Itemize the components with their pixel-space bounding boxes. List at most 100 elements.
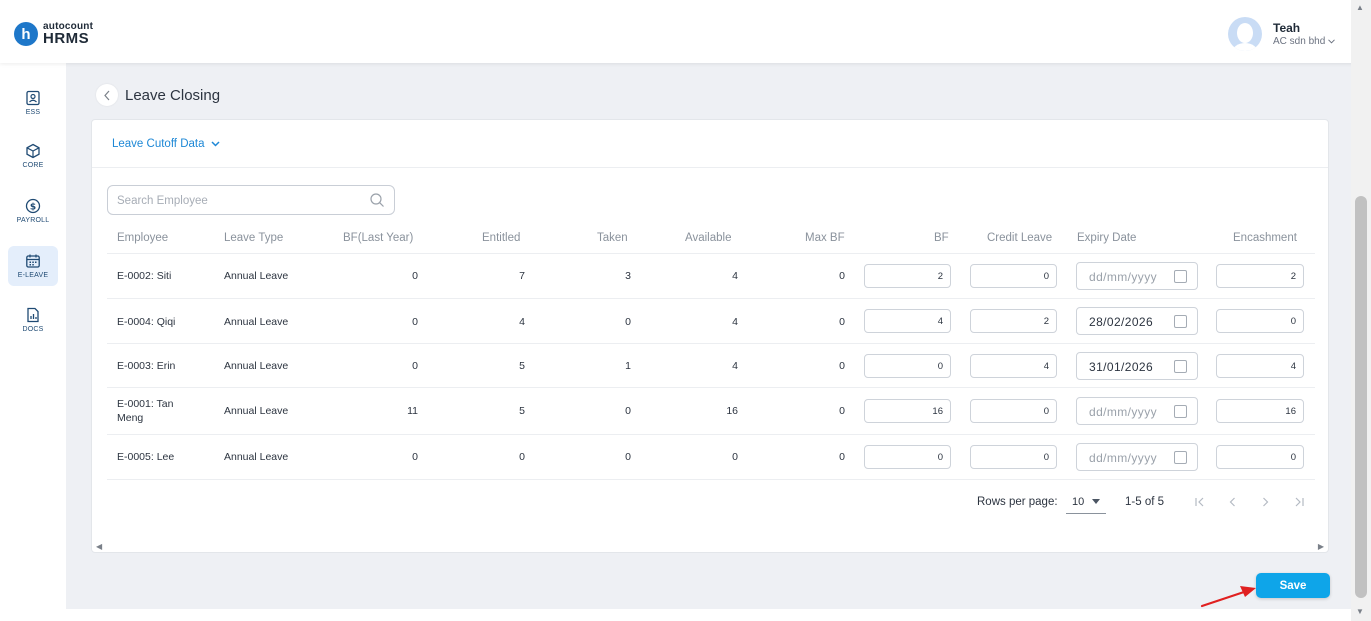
sidebar-item-ess[interactable]: ESS (8, 83, 58, 123)
row-divider (107, 434, 1315, 435)
save-button[interactable]: Save (1256, 573, 1330, 598)
vertical-scrollbar[interactable]: ▲ ▼ (1351, 0, 1371, 621)
first-page-button[interactable] (1190, 492, 1210, 512)
column-header-encashment[interactable]: Encashment (1233, 232, 1297, 244)
cell-leave-type: Annual Leave (224, 360, 289, 372)
row-divider (107, 479, 1315, 480)
column-header-employee[interactable]: Employee (117, 232, 168, 244)
expiry-date-input[interactable]: dd/mm/yyyy (1076, 262, 1198, 290)
encashment-input[interactable]: 16 (1216, 399, 1304, 423)
previous-page-button[interactable] (1222, 492, 1242, 512)
last-page-button[interactable] (1288, 492, 1308, 512)
expiry-date-placeholder: dd/mm/yyyy (1089, 451, 1158, 465)
calendar-icon[interactable] (1174, 270, 1187, 283)
next-page-button[interactable] (1255, 492, 1275, 512)
cell-leave-type: Annual Leave (224, 316, 289, 328)
rows-per-page-select[interactable]: 10 (1066, 490, 1106, 514)
sidebar-item-docs[interactable]: DOCS (8, 300, 58, 340)
column-header-entitled[interactable]: Entitled (482, 232, 520, 244)
column-header-expiry-date[interactable]: Expiry Date (1077, 232, 1136, 244)
credit-leave-input[interactable]: 4 (970, 354, 1057, 378)
search-box[interactable] (107, 185, 395, 215)
encashment-input[interactable]: 2 (1216, 264, 1304, 288)
cell-max-bf: 0 (839, 270, 845, 282)
bf-input[interactable]: 2 (864, 264, 951, 288)
cell-employee: E-0003: Erin (117, 360, 176, 372)
scroll-down-arrow[interactable]: ▼ (1356, 607, 1364, 616)
sidebar-item-e-leave[interactable]: E-LEAVE (8, 246, 58, 286)
cell-entitled: 5 (519, 360, 525, 372)
back-button[interactable] (96, 84, 118, 106)
cell-employee: E-0002: Siti (117, 270, 172, 282)
cell-available: 4 (732, 360, 738, 372)
cell-entitled: 4 (519, 316, 525, 328)
red-arrow-annotation (1200, 586, 1256, 608)
credit-leave-input[interactable]: 0 (970, 445, 1057, 469)
calendar-icon (26, 254, 40, 268)
bf-input[interactable]: 4 (864, 309, 951, 333)
sidebar-item-label: DOCS (22, 326, 44, 333)
column-header-bf[interactable]: BF (934, 232, 949, 244)
bf-input[interactable]: 0 (864, 354, 951, 378)
encashment-input[interactable]: 0 (1216, 309, 1304, 333)
expiry-date-input[interactable]: dd/mm/yyyy (1076, 397, 1198, 425)
bf-input[interactable]: 16 (864, 399, 951, 423)
first-page-icon (1194, 497, 1203, 507)
cell-taken: 0 (625, 316, 631, 328)
user-name[interactable]: Teah (1273, 21, 1300, 35)
sidebar-item-payroll[interactable]: $ PAYROLL (8, 191, 58, 231)
scroll-left-arrow[interactable]: ◀ (96, 542, 102, 551)
cell-employee: E-0005: Lee (117, 451, 175, 463)
column-header-available[interactable]: Available (685, 232, 731, 244)
column-header-bf-last-year[interactable]: BF(Last Year) (343, 232, 413, 244)
user-company-menu[interactable]: AC sdn bhd (1273, 36, 1336, 47)
cell-available: 16 (726, 405, 738, 417)
calendar-icon[interactable] (1174, 405, 1187, 418)
cell-available: 0 (732, 451, 738, 463)
cell-max-bf: 0 (839, 360, 845, 372)
calendar-icon[interactable] (1174, 360, 1187, 373)
expiry-date-input[interactable]: 28/02/2026 (1076, 307, 1198, 335)
cell-taken: 0 (625, 405, 631, 417)
scroll-up-arrow[interactable]: ▲ (1356, 3, 1364, 12)
row-divider (107, 387, 1315, 388)
sidebar-item-core[interactable]: CORE (8, 136, 58, 176)
column-header-credit-leave[interactable]: Credit Leave (987, 232, 1052, 244)
credit-leave-input[interactable]: 0 (970, 264, 1057, 288)
column-header-leave-type[interactable]: Leave Type (224, 232, 283, 244)
cell-entitled: 7 (519, 270, 525, 282)
scrollbar-thumb[interactable] (1355, 196, 1367, 598)
encashment-input[interactable]: 0 (1216, 445, 1304, 469)
cell-max-bf: 0 (839, 316, 845, 328)
leave-cutoff-label: Leave Cutoff Data (112, 138, 205, 150)
cell-bf-last-year: 0 (412, 316, 418, 328)
expiry-date-input[interactable]: 31/01/2026 (1076, 352, 1198, 380)
rows-per-page-label: Rows per page: (977, 496, 1058, 508)
svg-text:$: $ (30, 203, 36, 213)
cell-entitled: 5 (519, 405, 525, 417)
credit-leave-input[interactable]: 0 (970, 399, 1057, 423)
sidebar-item-label: ESS (25, 109, 41, 116)
logo-badge: h (14, 22, 38, 46)
column-header-max-bf[interactable]: Max BF (805, 232, 845, 244)
column-header-taken[interactable]: Taken (597, 232, 628, 244)
app-logo[interactable]: h autocount HRMS (14, 22, 93, 46)
calendar-icon[interactable] (1174, 315, 1187, 328)
search-icon[interactable] (369, 192, 385, 208)
encashment-input[interactable]: 4 (1216, 354, 1304, 378)
expiry-date-value: 31/01/2026 (1089, 360, 1154, 374)
page-title: Leave Closing (125, 87, 221, 104)
calendar-icon[interactable] (1174, 451, 1187, 464)
leave-cutoff-toggle[interactable]: Leave Cutoff Data (112, 138, 220, 150)
caret-down-icon (1092, 499, 1101, 504)
scroll-right-arrow[interactable]: ▶ (1318, 542, 1324, 551)
avatar[interactable] (1228, 17, 1262, 51)
search-input[interactable] (117, 192, 357, 209)
chevron-down-icon (1328, 39, 1336, 44)
sidebar: ESS CORE $ PAYROLL E-LEAVE DOCS (0, 63, 66, 621)
credit-leave-input[interactable]: 2 (970, 309, 1057, 333)
sidebar-item-label: PAYROLL (16, 217, 50, 224)
bf-input[interactable]: 0 (864, 445, 951, 469)
expiry-date-input[interactable]: dd/mm/yyyy (1076, 443, 1198, 471)
cell-max-bf: 0 (839, 451, 845, 463)
